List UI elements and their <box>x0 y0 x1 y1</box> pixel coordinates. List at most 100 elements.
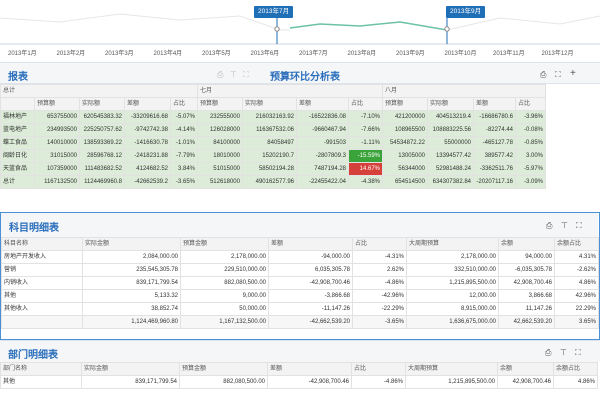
table-cell: -1416630.78 <box>124 136 171 150</box>
table-cell: 其他 <box>1 289 83 303</box>
table-cell: -22455422.04 <box>296 175 349 189</box>
table-cell: 138593369.22 <box>79 136 125 150</box>
column-header[interactable]: 差额 <box>268 237 353 251</box>
table-cell: 1,215,895,500.00 <box>405 375 498 389</box>
table-cell: 5,133.32 <box>82 289 181 303</box>
column-header[interactable]: 余额 <box>497 362 554 376</box>
totals-row: 1,124,469,960.80 1,167,132,500.00 -42,662,… <box>1 315 599 329</box>
column-header[interactable]: 余额占比 <box>553 362 598 376</box>
table-row[interactable]: 蓝电地产 234993500 225250757.62 -9742742.38 -4.1… <box>0 123 546 137</box>
table-cell: 216032163.92 <box>242 110 297 124</box>
table-cell: 116367532.06 <box>242 123 297 137</box>
table-cell: 38,852.74 <box>82 302 181 316</box>
table-cell: 234993500 <box>34 123 80 137</box>
table-cell: 房地产开发收入 <box>1 250 83 264</box>
add-icon[interactable]: + <box>570 69 576 79</box>
table-cell: 84058497 <box>242 136 297 150</box>
column-header[interactable]: 实际金额 <box>82 237 181 251</box>
timeline-month-label: 2013年5月 <box>202 51 231 57</box>
column-header[interactable]: 科目名称 <box>1 237 83 251</box>
table-cell: -0.85% <box>515 136 546 150</box>
column-header[interactable]: 部门名称 <box>0 362 82 376</box>
table-cell: -2.62% <box>554 263 599 277</box>
column-header[interactable]: 余额占比 <box>554 237 599 251</box>
table-cell: -94,000.00 <box>268 250 353 264</box>
column-header[interactable]: 占比 <box>351 362 406 376</box>
table-row[interactable]: 内销收入 839,171,799.54 882,080,500.00 -42,908,… <box>1 276 599 290</box>
table-cell: 882,080,500.00 <box>179 375 268 389</box>
total-cell <box>1 315 83 329</box>
column-header[interactable]: 大周期预算 <box>406 237 499 251</box>
table-cell: 11,147.26 <box>498 302 555 316</box>
table-cell: -3.09% <box>515 175 546 189</box>
column-header: 预算额 <box>382 97 428 111</box>
column-header[interactable]: 差额 <box>267 362 352 376</box>
table-row[interactable]: 总计 1167132500 1124469960.8 -42662539.2 -3.65… <box>0 175 546 189</box>
table-cell: 42,908,700.46 <box>498 276 555 290</box>
column-header[interactable]: 实际金额 <box>81 362 180 376</box>
expand-icon[interactable]: ⛶ <box>576 221 582 231</box>
row-name: 蝶工食品 <box>0 136 35 150</box>
table-cell: -7.10% <box>348 110 383 124</box>
table-cell: 13005000 <box>382 149 428 163</box>
table-row[interactable]: 天蓝食品 107359000 111483682.52 4124682.52 3.84%… <box>0 162 546 176</box>
report-panel-header: 报表 ⎙ ⊤ ⛶ 预算环比分析表 ⎙ ⛶ + <box>0 62 600 84</box>
export-icon[interactable]: ⎙ <box>546 221 552 231</box>
column-header[interactable]: 预算金额 <box>180 237 269 251</box>
column-header: 占比 <box>170 97 198 111</box>
column-header[interactable]: 余额 <box>498 237 555 251</box>
column-header: 占比 <box>348 97 383 111</box>
table-cell: -7.66% <box>348 123 383 137</box>
table-row[interactable]: 营销 235,545,305.78 229,510,000.00 6,035,305.… <box>1 263 599 277</box>
table-row[interactable]: 蝶工食品 140010000 138593369.22 -1416630.78 -1.0… <box>0 136 546 150</box>
column-header[interactable]: 预算金额 <box>179 362 268 376</box>
table-row[interactable]: 福林地产 653755000 620545383.32 -33209616.68 -5.… <box>0 110 546 124</box>
table-cell: -5.97% <box>515 162 546 176</box>
table-cell: -16522836.08 <box>296 110 349 124</box>
export-icon[interactable]: ⎙ <box>540 70 546 80</box>
table-cell: -991503 <box>296 136 349 150</box>
filter-icon[interactable]: ⊤ <box>230 70 237 80</box>
filter-icon[interactable]: ⊤ <box>560 348 567 358</box>
table-row[interactable]: 房地产开发收入 2,084,000.00 2,178,000.00 -94,000.0… <box>1 250 599 264</box>
table-row[interactable]: 闽龄日化 31015000 28596768.12 -2418231.88 -7.79%… <box>0 149 546 163</box>
table-cell: -7.79% <box>170 149 198 163</box>
table-cell: 653755000 <box>34 110 80 124</box>
expand-icon[interactable]: ⛶ <box>575 348 581 358</box>
table-cell: -2418231.88 <box>124 149 171 163</box>
table-cell: 126028000 <box>197 123 243 137</box>
table-cell: 其他 <box>0 375 82 389</box>
filter-icon[interactable]: ⊤ <box>561 221 568 231</box>
table-cell: -42,908,700.46 <box>268 276 353 290</box>
table-cell: -3.65% <box>170 175 198 189</box>
table-cell: 22.29% <box>554 302 599 316</box>
table-cell: 56344000 <box>382 162 428 176</box>
table-cell: -4.31% <box>352 250 407 264</box>
export-icon[interactable]: ⎙ <box>217 70 223 80</box>
table-row[interactable]: 其他 839,171,799.54 882,080,500.00 -42,908,70… <box>0 375 598 389</box>
column-header[interactable]: 大周期预算 <box>405 362 498 376</box>
table-cell: 12,000.00 <box>406 289 499 303</box>
table-row[interactable]: 其他 5,133.32 9,000.00 -3,866.68 -42.96% 12,000… <box>1 289 599 303</box>
end-marker-label[interactable]: 2013年9月 <box>446 6 486 18</box>
table-cell: -20207117.16 <box>473 175 516 189</box>
timeline-month-label: 2013年12月 <box>541 51 574 57</box>
expand-icon[interactable]: ⛶ <box>243 70 249 80</box>
column-header[interactable]: 占比 <box>352 237 407 251</box>
expand-icon[interactable]: ⛶ <box>555 70 561 80</box>
timeline[interactable]: 2013年7月 2013年9月 2013年1月 2013年2月 2013年3月 201… <box>0 0 600 62</box>
table-cell: 3.84% <box>170 162 198 176</box>
start-marker-label[interactable]: 2013年7月 <box>254 6 294 18</box>
table-cell: -16686780.6 <box>473 110 516 124</box>
export-icon[interactable]: ⎙ <box>545 348 551 358</box>
subject-panel-title: 科目明细表 <box>9 223 59 234</box>
table-cell: -4.86% <box>352 276 407 290</box>
table-cell: -33209616.68 <box>124 110 171 124</box>
timeline-month-label: 2013年2月 <box>56 51 86 57</box>
table-cell: -6,035,305.78 <box>498 263 555 277</box>
row-name: 闽龄日化 <box>0 149 35 163</box>
table-cell: 6,035,305.78 <box>268 263 353 277</box>
column-header: 实际额 <box>242 97 297 111</box>
column-header: 占比 <box>515 97 546 111</box>
table-row[interactable]: 其他收入 38,852.74 50,000.00 -11,147.26 -22.29% 8… <box>1 302 599 316</box>
